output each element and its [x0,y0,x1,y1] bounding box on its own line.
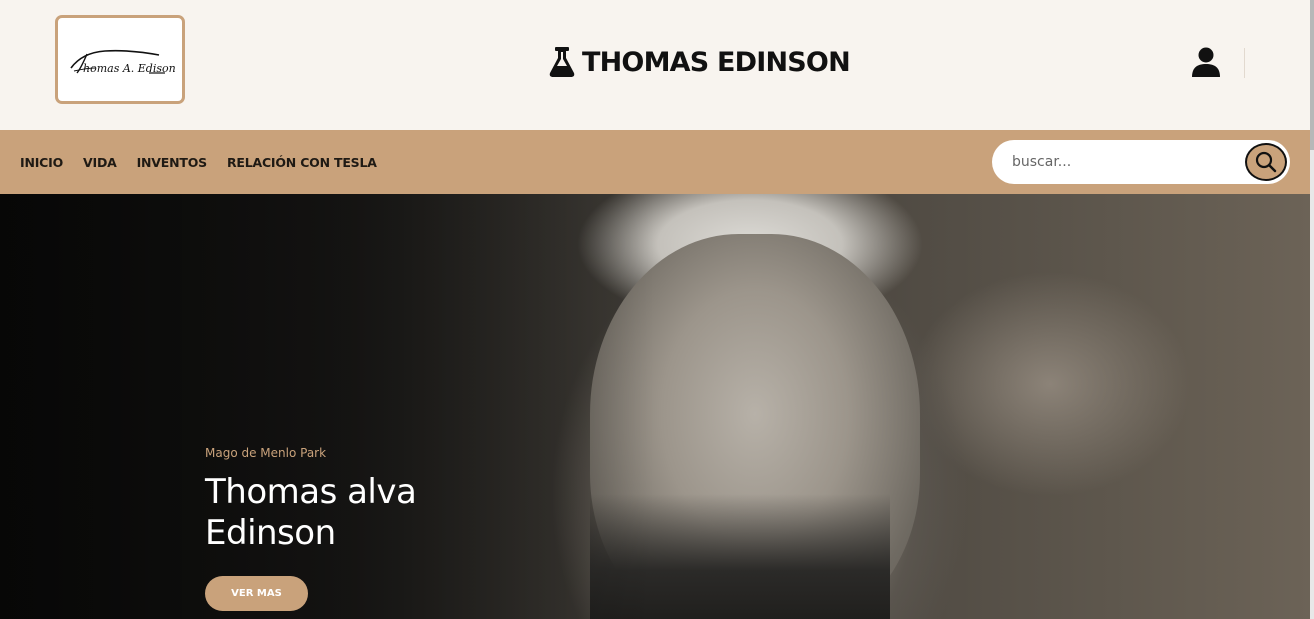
nav-item-inventos[interactable]: INVENTOS [137,155,208,170]
page-scrollbar[interactable] [1310,0,1314,619]
hero-subtitle: Mago de Menlo Park [205,446,327,460]
brand[interactable]: THOMAS EDINSON [548,44,851,80]
search-input[interactable] [1012,150,1232,174]
site-header: homas A. Edison THOMAS EDINSON [0,0,1310,130]
signature-logo-image: homas A. Edison [70,49,175,75]
hero-banner: Mago de Menlo Park Thomas alva Edinson V… [0,194,1310,619]
nav-item-inicio[interactable]: INICIO [20,155,63,170]
nav-links: INICIO VIDA INVENTOS RELACIÓN CON TESLA [20,130,377,194]
ver-mas-button[interactable]: VER MAS [205,576,308,611]
nav-item-relacion-con-tesla[interactable]: RELACIÓN CON TESLA [227,155,377,170]
hero-title: Thomas alva Edinson [205,472,417,553]
nav-item-vida[interactable]: VIDA [83,155,117,170]
scrollbar-thumb[interactable] [1310,0,1314,150]
flask-icon [548,46,576,78]
user-icon[interactable] [1190,46,1222,78]
brand-title: THOMAS EDINSON [582,46,851,78]
header-divider [1244,48,1245,78]
search-icon [1255,151,1277,173]
search-button[interactable] [1245,143,1287,181]
search-bar [992,140,1290,184]
hero-overlay [0,194,1310,619]
logo[interactable]: homas A. Edison [55,15,185,104]
